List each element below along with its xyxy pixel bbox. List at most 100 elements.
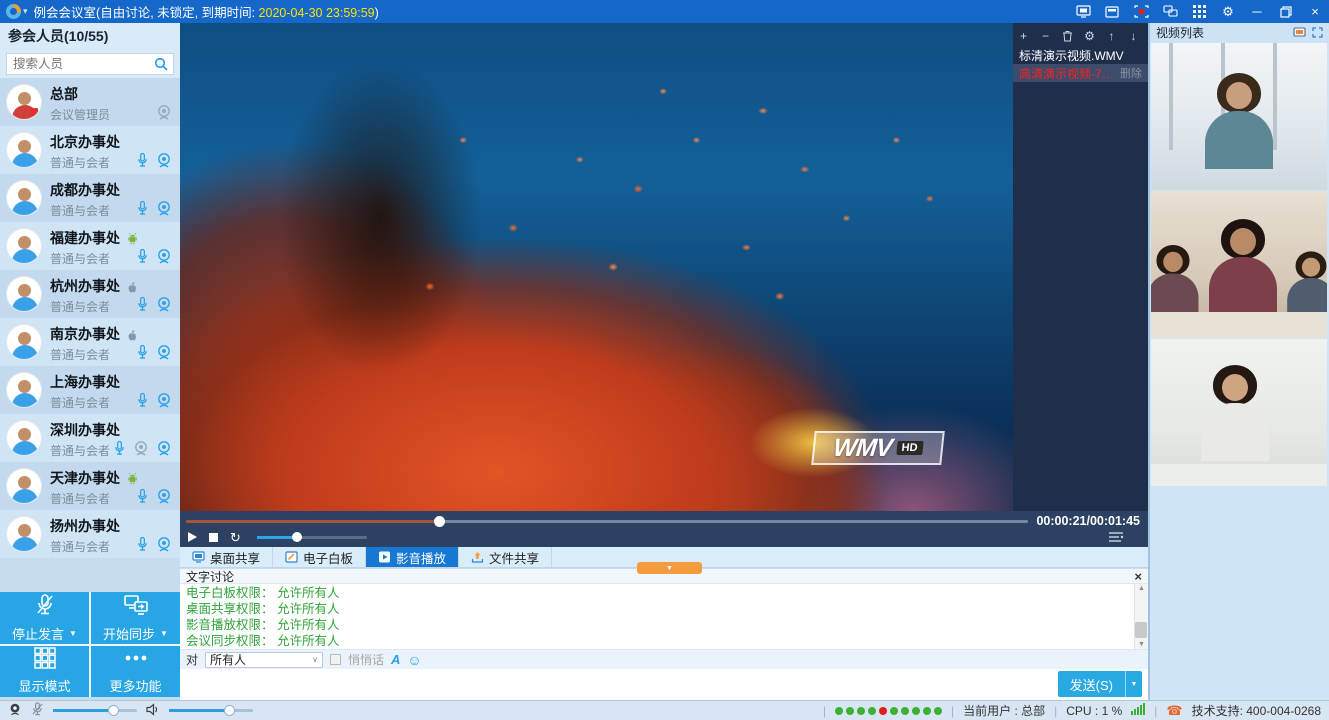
chat-message-area: 电子白板权限： 允许所有人桌面共享权限： 允许所有人影音播放权限： 允许所有人会…	[180, 584, 1148, 649]
tab-desktop-share[interactable]: 桌面共享	[180, 547, 273, 567]
webcam-icon[interactable]	[156, 488, 172, 505]
display-mode-button[interactable]: 显示模式	[0, 646, 89, 698]
speaker-icon[interactable]	[146, 703, 160, 719]
participant-row[interactable]: 扬州办事处 普通与会者	[0, 510, 180, 558]
avatar	[6, 372, 42, 408]
mic-icon[interactable]	[136, 392, 149, 409]
slider-handle[interactable]	[108, 705, 119, 716]
chevron-down-icon[interactable]: ▾	[23, 6, 28, 17]
local-mic-muted-icon[interactable]	[31, 702, 44, 720]
participant-name: 福建办事处	[50, 228, 120, 248]
close-button[interactable]: ×	[1307, 4, 1323, 20]
video-window-icon[interactable]	[1293, 27, 1306, 38]
webcam-icon[interactable]	[156, 392, 172, 409]
replay-icon[interactable]: ↻	[230, 531, 241, 544]
webcam-gray-icon[interactable]	[133, 440, 149, 457]
mic-icon[interactable]	[136, 152, 149, 169]
record-icon[interactable]	[1133, 4, 1149, 20]
scroll-down-icon[interactable]: ▼	[1138, 641, 1145, 648]
chat-close-icon[interactable]: ×	[1134, 570, 1142, 583]
minimize-button[interactable]: ─	[1249, 4, 1265, 20]
more-features-button[interactable]: 更多功能	[91, 646, 180, 698]
mic-icon[interactable]	[136, 248, 149, 265]
whisper-checkbox[interactable]	[330, 654, 341, 665]
webcam-icon[interactable]	[156, 200, 172, 217]
video-thumbnail[interactable]	[1151, 43, 1327, 190]
mic-icon[interactable]	[136, 296, 149, 313]
mic-icon[interactable]	[113, 440, 126, 457]
video-thumbnail[interactable]	[1151, 191, 1327, 338]
tab-file-share[interactable]: 文件共享	[459, 547, 552, 567]
mic-icon[interactable]	[136, 536, 149, 553]
recipient-select[interactable]: 所有人∨	[205, 652, 323, 668]
apps-grid-icon[interactable]	[1191, 4, 1207, 20]
webcam-icon[interactable]	[156, 344, 172, 361]
settings-gear-icon[interactable]: ⚙	[1220, 4, 1236, 20]
participant-row[interactable]: 福建办事处 普通与会者	[0, 222, 180, 270]
stop-speaking-button[interactable]: 停止发言▼	[0, 592, 89, 644]
chat-collapse-handle[interactable]: ▼	[637, 562, 702, 574]
scroll-up-icon[interactable]: ▲	[1138, 585, 1145, 592]
volume-handle[interactable]	[292, 532, 302, 542]
slider-handle[interactable]	[224, 705, 235, 716]
mic-volume-slider[interactable]	[53, 709, 137, 712]
search-input[interactable]	[6, 53, 174, 75]
participant-row[interactable]: 深圳办事处 普通与会者	[0, 414, 180, 462]
volume-slider[interactable]	[257, 536, 367, 539]
stop-button[interactable]	[209, 533, 218, 542]
video-thumbnail[interactable]	[1151, 339, 1327, 486]
webcam-icon[interactable]	[156, 440, 172, 457]
seek-bar[interactable]	[186, 520, 1028, 523]
participant-row[interactable]: 成都办事处 普通与会者	[0, 174, 180, 222]
play-button[interactable]	[188, 532, 197, 542]
seek-handle[interactable]	[434, 516, 445, 527]
search-bar	[0, 50, 180, 78]
local-webcam-icon[interactable]	[8, 702, 22, 719]
webcam-icon[interactable]	[156, 296, 172, 313]
expand-icon[interactable]	[1312, 27, 1323, 38]
video-player-stage[interactable]: WMVHD	[180, 23, 1013, 511]
scrollbar-thumb[interactable]	[1135, 622, 1147, 638]
playlist-toggle-icon[interactable]	[1108, 531, 1124, 543]
webcam-icon[interactable]	[156, 536, 172, 553]
webcam-icon[interactable]	[156, 248, 172, 265]
avatar	[6, 228, 42, 264]
participant-row[interactable]: 南京办事处 普通与会者	[0, 318, 180, 366]
playlist-item[interactable]: 标清演示视频.WMV	[1013, 46, 1148, 64]
webcam-gray-icon[interactable]	[156, 104, 172, 121]
webcam-icon[interactable]	[156, 152, 172, 169]
chat-message: 会议同步权限： 允许所有人	[186, 633, 1142, 649]
playlist-delete-link[interactable]: 删除	[1120, 65, 1142, 81]
tab-whiteboard[interactable]: 电子白板	[273, 547, 366, 567]
playlist-item[interactable]: 高清演示视频-720P.wmv 删除	[1013, 64, 1148, 82]
participant-row[interactable]: 北京办事处 普通与会者	[0, 126, 180, 174]
status-dot	[857, 707, 865, 715]
send-button[interactable]: 发送(S)	[1058, 671, 1125, 697]
search-icon[interactable]	[154, 57, 168, 76]
playlist-trash-icon[interactable]	[1061, 30, 1074, 42]
network-sync-icon[interactable]	[1162, 4, 1178, 20]
mic-icon[interactable]	[136, 200, 149, 217]
participant-row[interactable]: 天津办事处 普通与会者	[0, 462, 180, 510]
tab-media-playback[interactable]: 影音播放	[366, 547, 459, 567]
start-sync-button[interactable]: 开始同步▼	[91, 592, 180, 644]
mic-icon[interactable]	[136, 488, 149, 505]
font-style-icon[interactable]: A	[391, 652, 400, 667]
chat-scrollbar[interactable]: ▲ ▼	[1134, 584, 1148, 649]
participant-row[interactable]: 总部 会议管理员	[0, 78, 180, 126]
speaker-volume-slider[interactable]	[169, 709, 253, 712]
expire-time: 2020-04-30 23:59:59	[259, 6, 375, 20]
screen-share-icon[interactable]	[1075, 4, 1091, 20]
participant-row[interactable]: 上海办事处 普通与会者	[0, 366, 180, 414]
emoji-icon[interactable]: ☺	[407, 653, 421, 667]
maximize-button[interactable]	[1278, 4, 1294, 20]
participant-row[interactable]: 杭州办事处 普通与会者	[0, 270, 180, 318]
window-layout-icon[interactable]	[1104, 4, 1120, 20]
mic-icon[interactable]	[136, 344, 149, 361]
participant-name: 扬州办事处	[50, 516, 120, 536]
chat-input-area[interactable]: 发送(S) ▼	[180, 669, 1148, 700]
status-dot	[934, 707, 942, 715]
send-options-arrow[interactable]: ▼	[1125, 671, 1142, 697]
whiteboard-icon	[285, 551, 298, 563]
app-logo-icon	[6, 4, 21, 19]
